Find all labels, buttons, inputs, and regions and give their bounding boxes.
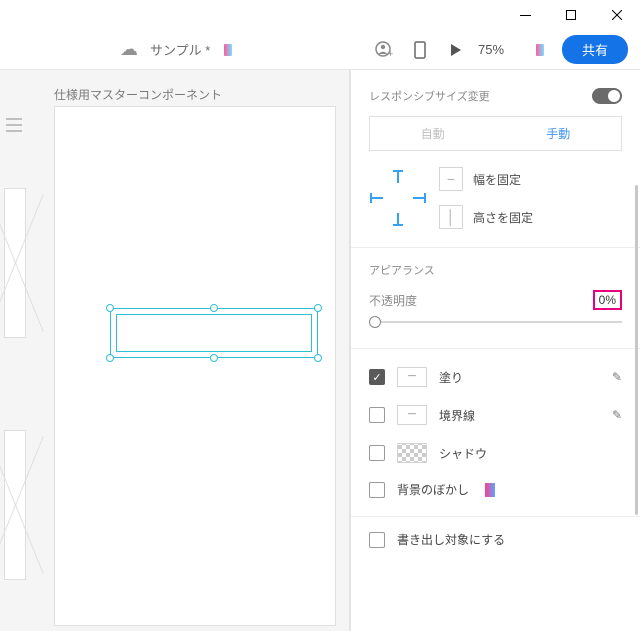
shadow-checkbox[interactable]	[369, 445, 385, 461]
stroke-swatch[interactable]: −	[397, 405, 427, 425]
properties-panel: レスポンシブサイズ変更 自動 手動 − 幅を固定 │ 高さを固定 アピアランス …	[350, 70, 640, 631]
bgblur-badge-icon	[485, 483, 495, 497]
export-checkbox[interactable]	[369, 532, 385, 548]
scrollbar[interactable]	[635, 185, 638, 515]
window-titlebar	[0, 0, 640, 30]
fill-label: 塗り	[439, 369, 463, 386]
artboard-thumb[interactable]	[4, 188, 26, 338]
window-maximize-button[interactable]	[548, 0, 594, 30]
responsive-mode-segment[interactable]: 自動 手動	[369, 116, 622, 151]
fill-row: ✓ − 塗り ✎	[369, 367, 622, 387]
window-close-button[interactable]	[594, 0, 640, 30]
shadow-row: シャドウ	[369, 443, 622, 463]
opacity-slider[interactable]	[369, 314, 622, 330]
responsive-heading: レスポンシブサイズ変更	[369, 88, 490, 104]
artboard-thumb[interactable]	[4, 430, 26, 580]
zoom-level[interactable]: 75%	[478, 42, 522, 57]
stroke-checkbox[interactable]	[369, 407, 385, 423]
fix-width-icon[interactable]: −	[439, 167, 463, 191]
artboard-title[interactable]: 仕様用マスターコンポーネント	[54, 86, 222, 103]
bgblur-checkbox[interactable]	[369, 482, 385, 498]
constraint-widget[interactable]	[369, 169, 427, 227]
fill-swatch[interactable]: −	[397, 367, 427, 387]
play-icon[interactable]	[442, 36, 470, 64]
document-name[interactable]: サンプル *	[150, 40, 210, 59]
stroke-label: 境界線	[439, 407, 475, 424]
shadow-label: シャドウ	[439, 445, 487, 462]
fix-width-label: 幅を固定	[473, 171, 521, 188]
eyedropper-icon[interactable]: ✎	[612, 408, 622, 422]
canvas-workspace[interactable]: 仕様用マスターコンポーネント	[0, 70, 350, 631]
responsive-toggle[interactable]	[592, 88, 622, 104]
opacity-label: 不透明度	[369, 292, 417, 309]
cloud-icon: ☁	[120, 39, 138, 60]
svg-text:+: +	[388, 49, 393, 59]
avatar-icon[interactable]: +	[370, 36, 398, 64]
zoom-badge-icon	[536, 44, 544, 56]
appearance-heading: アピアランス	[369, 262, 435, 278]
export-label: 書き出し対象にする	[397, 531, 505, 548]
artboard[interactable]	[54, 106, 336, 626]
seg-manual[interactable]: 手動	[496, 117, 622, 150]
opacity-value[interactable]: 0%	[593, 290, 622, 310]
bgblur-label: 背景のぼかし	[397, 481, 469, 498]
bgblur-row: 背景のぼかし	[369, 481, 622, 498]
device-icon[interactable]	[406, 36, 434, 64]
fix-height-icon[interactable]: │	[439, 205, 463, 229]
fix-height-label: 高さを固定	[473, 209, 533, 226]
eyedropper-icon[interactable]: ✎	[612, 370, 622, 384]
selection-rect[interactable]	[110, 308, 318, 358]
export-row: 書き出し対象にする	[369, 531, 622, 548]
window-minimize-button[interactable]	[502, 0, 548, 30]
seg-auto[interactable]: 自動	[370, 117, 496, 150]
share-button[interactable]: 共有	[562, 35, 628, 64]
fill-checkbox[interactable]: ✓	[369, 369, 385, 385]
stroke-row: − 境界線 ✎	[369, 405, 622, 425]
hamburger-icon[interactable]	[6, 114, 22, 136]
app-toolbar: ☁ サンプル * + 75% 共有	[0, 30, 640, 70]
shadow-swatch[interactable]	[397, 443, 427, 463]
doc-badge-icon	[224, 44, 232, 56]
